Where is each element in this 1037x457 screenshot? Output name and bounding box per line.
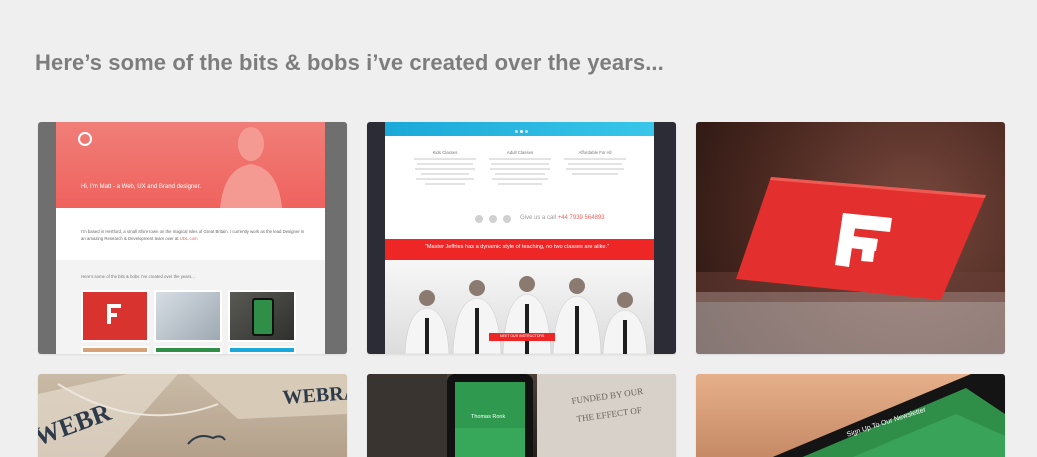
column-title: Affordable For All (578, 150, 612, 155)
tablet-newsletter-photo (772, 374, 1005, 457)
portfolio-tile-zebra[interactable]: WEBRA WEBR (38, 374, 347, 457)
thumb-business-card[interactable] (81, 290, 149, 342)
column-title: Kids Classes (432, 150, 458, 155)
site-screenshot: Hi, I’m Matt - a Web, UX and Brand desig… (56, 122, 325, 354)
page-heading: Here’s some of the bits & bobs i’ve crea… (35, 50, 664, 75)
portfolio-tile-tablet[interactable]: Sign Up To Our Newsletter (696, 374, 1005, 457)
portfolio-tile-business-card[interactable] (696, 122, 1005, 354)
button-label: MEET OUR INSTRUCTORS (499, 334, 545, 338)
twitter-icon[interactable] (489, 215, 497, 223)
phone-number[interactable]: +44 7939 564893 (558, 215, 605, 221)
meet-instructors-button[interactable]: MEET OUR INSTRUCTORS (489, 333, 555, 341)
thumb-small-1[interactable] (81, 346, 149, 354)
app-title: Thomas Ronk (471, 414, 506, 420)
svg-text:WEBRA: WEBRA (282, 382, 347, 409)
thumb-phone[interactable] (228, 290, 296, 342)
slider-dot (520, 130, 523, 133)
quote-banner: “Master Jeffries has a dynamic style of … (385, 239, 654, 260)
mobile-app-photo: FUNDED BY OUR THE EFFECT OF (367, 374, 676, 457)
hero-banner: Hi, I’m Matt - a Web, UX and Brand desig… (56, 122, 325, 208)
column-kids: Kids Classes (410, 150, 480, 185)
business-card-photo (696, 177, 1005, 354)
intro-section: I’m based in Hertford, a small Shire tow… (56, 208, 325, 260)
call-text: Give us a call +44 7939 564893 (520, 215, 605, 221)
slider-dot (515, 130, 518, 133)
site-logo-icon (78, 132, 92, 146)
portfolio-tile-martial-arts[interactable]: Kids Classes Adult Classes Affordable Fo… (367, 122, 676, 354)
portfolio-subheading: Here’s some of the bits & bobs I’ve crea… (81, 274, 195, 279)
thumb-small-2[interactable] (154, 346, 222, 354)
portfolio-tile-mobile-app[interactable]: FUNDED BY OUR THE EFFECT OF Thomas Ronk (367, 374, 676, 457)
call-label: Give us a call (520, 215, 557, 221)
facebook-icon[interactable] (475, 215, 483, 223)
column-title: Adult Classes (506, 150, 534, 155)
portfolio-tile-personal-site[interactable]: Hi, I’m Matt - a Web, UX and Brand desig… (38, 122, 347, 354)
person-silhouette-icon (220, 127, 282, 208)
header-bar (385, 122, 654, 136)
thumb-small-3[interactable] (228, 346, 296, 354)
instructors-photo: MEET OUR INSTRUCTORS (385, 260, 654, 354)
hero-text: Hi, I’m Matt - a Web, UX and Brand desig… (81, 184, 201, 190)
logo-mark-icon (107, 304, 121, 324)
column-adults: Adult Classes (485, 150, 555, 185)
site-screenshot: Kids Classes Adult Classes Affordable Fo… (385, 122, 654, 354)
slider-dot (525, 130, 528, 133)
zebra-stationery-photo: WEBRA WEBR (38, 374, 347, 457)
bio-text: I’m based in Hertford, a small Shire tow… (81, 228, 306, 242)
googleplus-icon[interactable] (503, 215, 511, 223)
thumb-raptor[interactable] (154, 290, 222, 342)
column-affordable: Affordable For All (560, 150, 630, 175)
bio-link[interactable]: UDL.com (180, 236, 198, 241)
quote-text: “Master Jeffries has a dynamic style of … (425, 244, 609, 250)
